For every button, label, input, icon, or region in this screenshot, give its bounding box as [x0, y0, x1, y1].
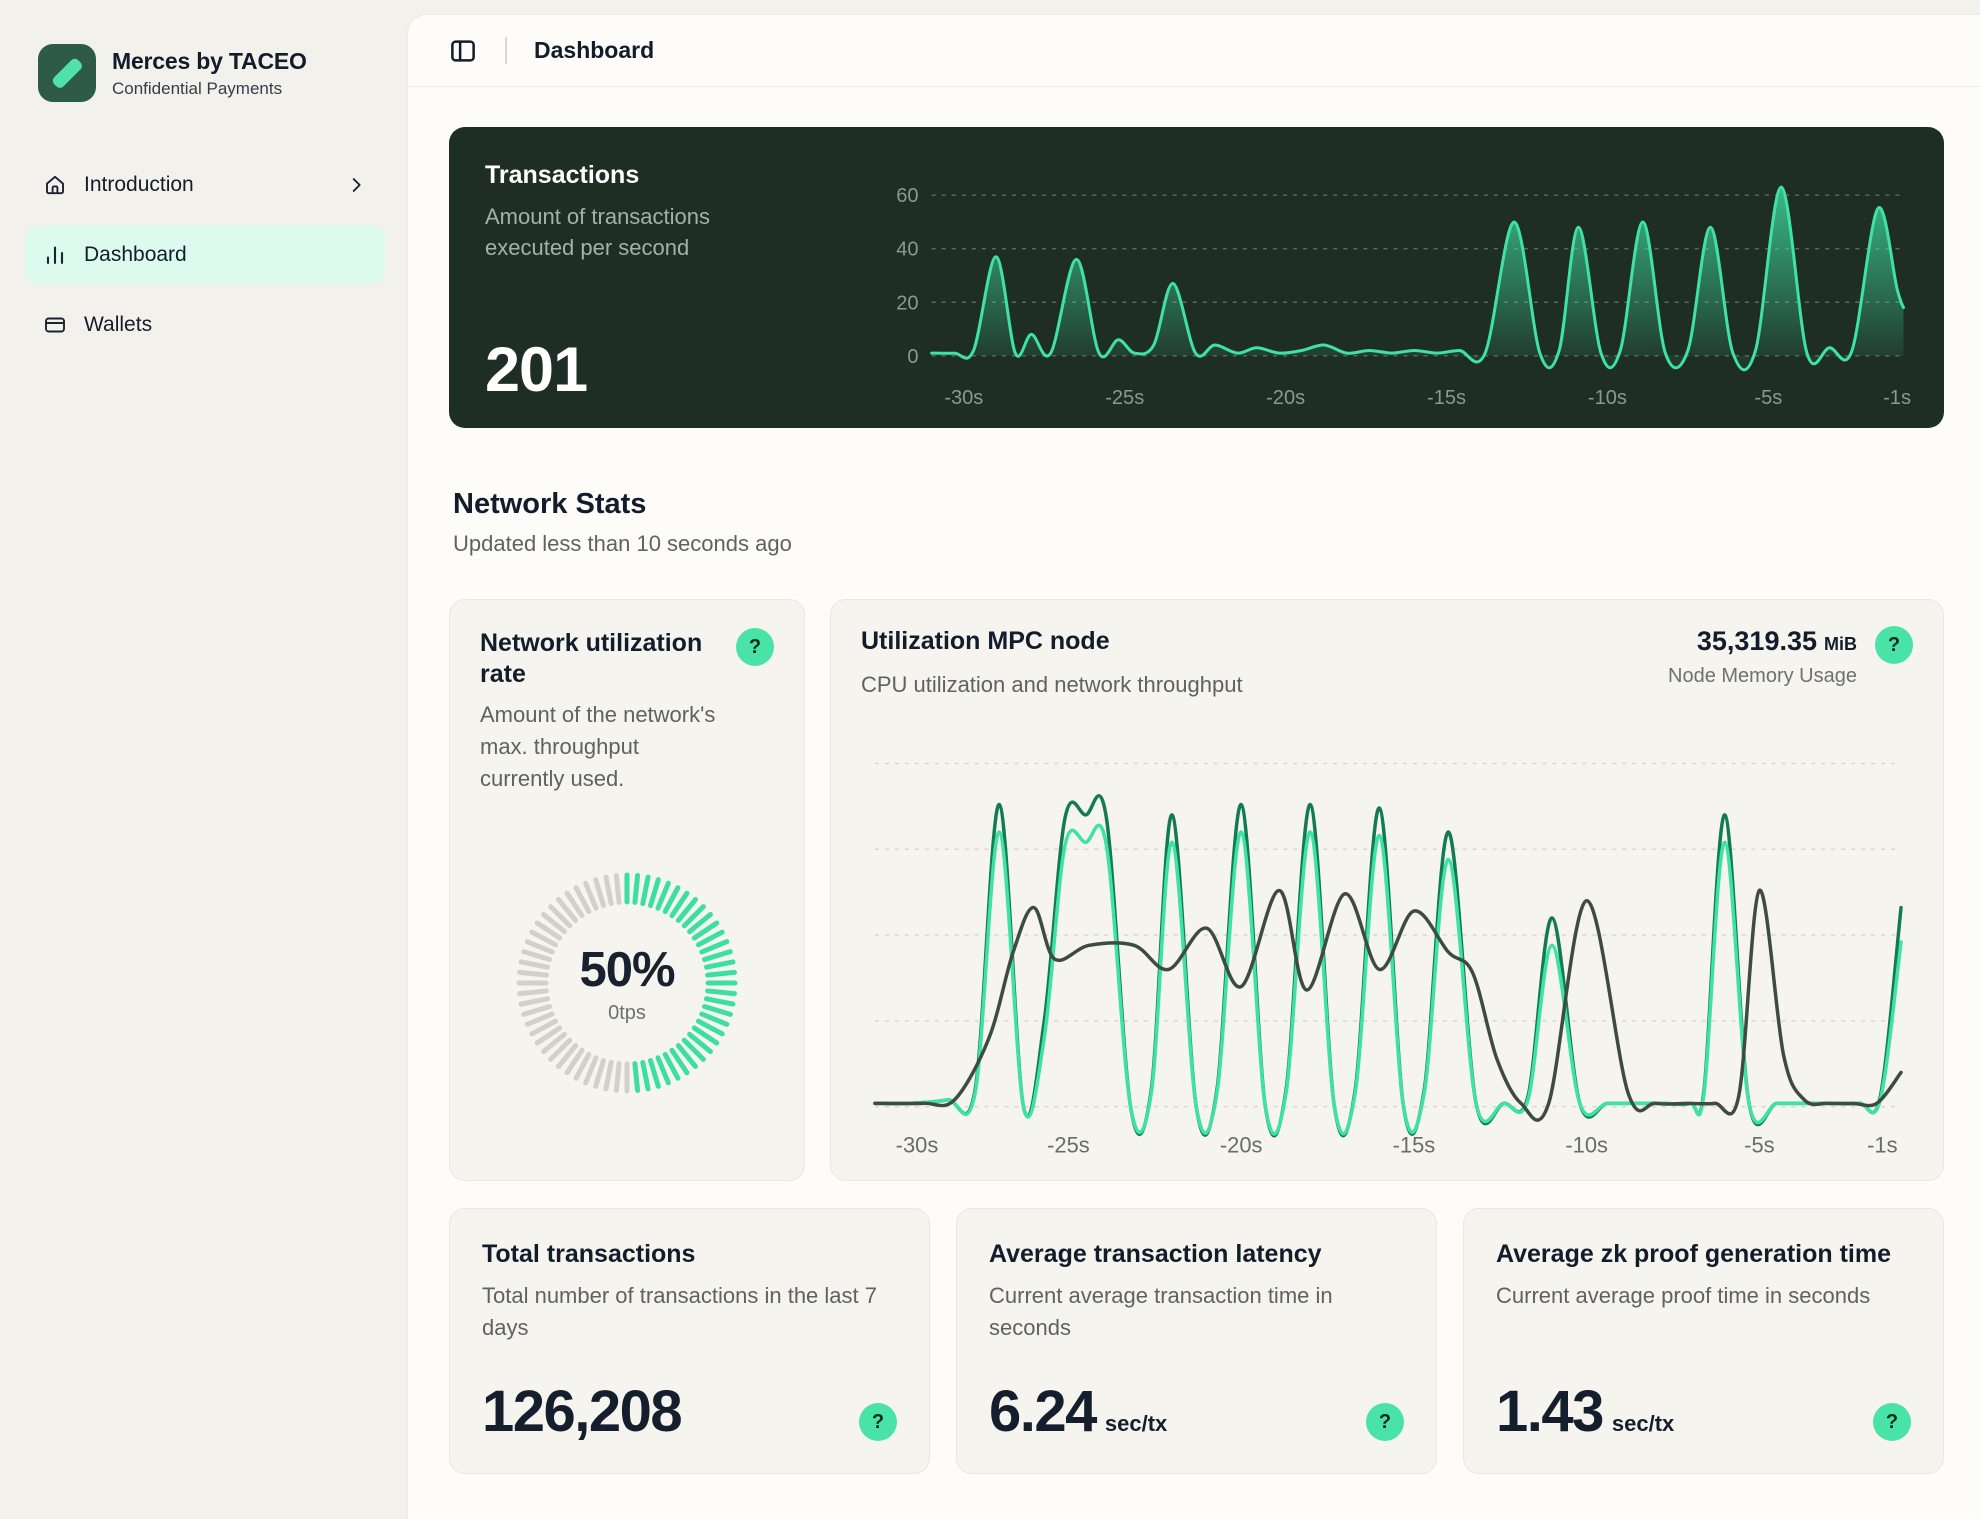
sidebar-item-label: Wallets: [84, 313, 153, 336]
sidebar-item-introduction[interactable]: Introduction: [25, 156, 385, 214]
svg-text:60: 60: [896, 185, 918, 207]
main-panel: Dashboard Transactions Amount of transac…: [407, 14, 1980, 1519]
avg-latency-card: Average transaction latency Current aver…: [956, 1208, 1437, 1474]
topbar: Dashboard: [408, 15, 1980, 87]
help-icon[interactable]: ?: [736, 628, 774, 666]
network-stats-updated: Updated less than 10 seconds ago: [453, 531, 792, 556]
content: Transactions Amount of transactions exec…: [408, 87, 1980, 1474]
svg-text:-1s: -1s: [1883, 387, 1911, 408]
svg-text:-15s: -15s: [1427, 387, 1466, 408]
network-utilization-title: Network utilization rate: [480, 629, 703, 688]
transactions-card-title: Transactions: [485, 161, 640, 189]
svg-text:-25s: -25s: [1105, 387, 1144, 408]
mpc-card-description: CPU utilization and network throughput: [861, 671, 1243, 697]
svg-text:-5s: -5s: [1754, 387, 1782, 408]
transactions-per-second-value: 201: [485, 335, 588, 405]
svg-text:0: 0: [907, 346, 918, 368]
transactions-card-description: Amount of transactions executed per seco…: [485, 204, 711, 260]
total-transactions-description: Total number of transactions in the last…: [482, 1282, 877, 1340]
brand: Merces by TACEO Confidential Payments: [38, 44, 385, 102]
node-memory-value: 35,319.35: [1696, 626, 1817, 656]
node-memory-unit: MiB: [1824, 634, 1857, 654]
svg-text:-1s: -1s: [1867, 1132, 1897, 1157]
home-icon: [43, 173, 67, 197]
total-transactions-value: 126,208: [482, 1379, 683, 1444]
svg-text:40: 40: [896, 239, 918, 261]
total-transactions-title: Total transactions: [482, 1240, 696, 1268]
network-utilization-card: Network utilization rate ? Amount of the…: [449, 599, 805, 1181]
sidebar-toggle-button[interactable]: [448, 36, 478, 66]
avg-zk-proof-title: Average zk proof generation time: [1496, 1240, 1891, 1268]
avg-zk-proof-description: Current average proof time in seconds: [1496, 1282, 1871, 1308]
help-icon[interactable]: ?: [1366, 1403, 1404, 1441]
svg-text:-15s: -15s: [1393, 1132, 1436, 1157]
mpc-utilization-card: Utilization MPC node CPU utilization and…: [830, 599, 1944, 1181]
help-icon[interactable]: ?: [1873, 1403, 1911, 1441]
svg-text:-10s: -10s: [1588, 387, 1627, 408]
avg-latency-value: 6.24: [989, 1379, 1097, 1444]
mpc-utilization-chart: -30s -25s -20s -15s -10s -5s -1s: [873, 762, 1903, 1157]
chevron-right-icon: [345, 174, 367, 196]
svg-text:-20s: -20s: [1220, 1132, 1263, 1157]
avg-latency-title: Average transaction latency: [989, 1240, 1322, 1268]
brand-title: Merces by TACEO: [112, 47, 307, 74]
header-divider: [505, 37, 507, 64]
sidebar-item-wallets[interactable]: Wallets: [25, 296, 385, 354]
app-logo-icon: [38, 44, 96, 102]
svg-text:-30s: -30s: [896, 1132, 939, 1157]
bar-chart-icon: [43, 243, 67, 267]
mpc-card-title: Utilization MPC node: [861, 627, 1110, 655]
wallet-card-icon: [43, 313, 67, 337]
svg-text:20: 20: [896, 292, 918, 314]
transactions-card: Transactions Amount of transactions exec…: [449, 127, 1944, 428]
transactions-chart: 0 20 40 60 -30s -25s -20s -15s -10s -5s -1s: [896, 185, 1911, 408]
svg-text:-5s: -5s: [1744, 1132, 1774, 1157]
avg-latency-unit: sec/tx: [1104, 1411, 1168, 1436]
help-icon[interactable]: ?: [859, 1403, 897, 1441]
svg-text:-10s: -10s: [1565, 1132, 1608, 1157]
help-icon[interactable]: ?: [1875, 626, 1913, 664]
panel-left-icon: [448, 36, 478, 66]
svg-text:-20s: -20s: [1266, 387, 1305, 408]
network-utilization-gauge: [516, 872, 738, 1094]
sidebar: Merces by TACEO Confidential Payments In…: [0, 0, 407, 1519]
sidebar-item-dashboard[interactable]: Dashboard: [25, 226, 385, 284]
avg-zk-proof-unit: sec/tx: [1611, 1411, 1675, 1436]
avg-latency-description: Current average transaction time in seco…: [989, 1282, 1333, 1340]
network-stats-title: Network Stats: [453, 488, 647, 520]
sidebar-item-label: Dashboard: [84, 243, 187, 266]
node-memory-label: Node Memory Usage: [1668, 665, 1857, 687]
network-utilization-description: Amount of the network's max. throughput …: [480, 702, 716, 792]
sidebar-item-label: Introduction: [84, 173, 194, 196]
avg-zk-proof-card: Average zk proof generation time Current…: [1463, 1208, 1944, 1474]
sidebar-nav: Introduction Dashboard Wallets: [25, 156, 385, 354]
svg-text:-30s: -30s: [944, 387, 983, 408]
total-transactions-card: Total transactions Total number of trans…: [449, 1208, 930, 1474]
brand-subtitle: Confidential Payments: [112, 78, 283, 98]
svg-text:-25s: -25s: [1047, 1132, 1090, 1157]
page-title: Dashboard: [534, 37, 655, 63]
avg-zk-proof-value: 1.43: [1496, 1379, 1604, 1444]
